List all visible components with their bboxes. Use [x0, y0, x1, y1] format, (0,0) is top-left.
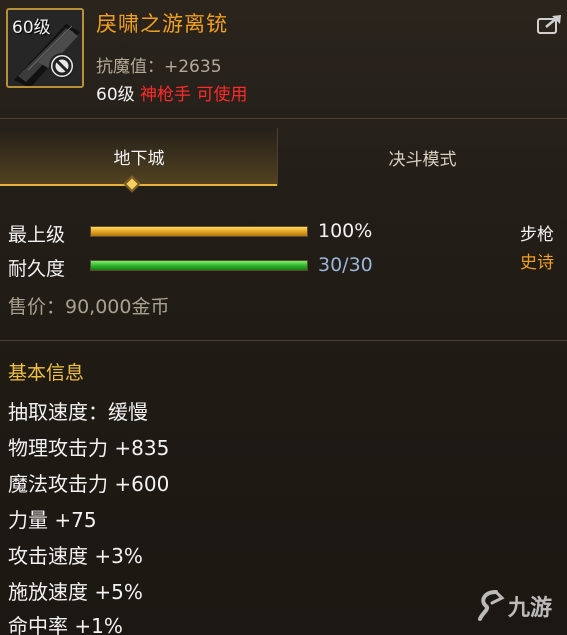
sell-price: 售价：90,000金币: [8, 296, 170, 318]
grade-bar: [90, 226, 308, 237]
divider: [0, 340, 567, 341]
stat-line: 抽取速度：缓慢: [8, 400, 148, 424]
grade-label: 最上级: [8, 224, 66, 246]
durability-bar-fill: [91, 261, 307, 270]
tab-dungeon[interactable]: 地下城: [0, 128, 278, 186]
mode-tabs: 地下城 决斗模式: [0, 128, 567, 186]
item-name: 戾啸之游离铳: [96, 12, 228, 36]
grade-bar-fill: [91, 227, 307, 236]
watermark-text: 九游: [508, 596, 553, 621]
stat-line: 攻击速度 +3%: [8, 544, 143, 568]
stat-line: 命中率 +1%: [8, 614, 123, 635]
item-icon-slot[interactable]: 60级: [6, 8, 84, 88]
rarity-label: 史诗: [520, 253, 554, 273]
durability-bar: [90, 260, 308, 271]
stat-line: 魔法攻击力 +600: [8, 472, 170, 496]
durability-value: 30/30: [318, 254, 373, 276]
required-level: 60级: [96, 85, 135, 105]
required-class: 神枪手 可使用: [140, 85, 248, 105]
stat-line: 施放速度 +5%: [8, 580, 143, 604]
stat-line: 力量 +75: [8, 508, 97, 532]
item-level-badge: 60级: [12, 18, 51, 38]
durability-label: 耐久度: [8, 258, 66, 280]
watermark: 九游: [476, 586, 566, 626]
weapon-type: 步枪: [520, 225, 554, 245]
tab-duel-mode[interactable]: 决斗模式: [278, 128, 567, 186]
ban-icon: [49, 53, 75, 79]
nine-game-logo-icon: [478, 590, 505, 621]
requirement-line: 60级 神枪手 可使用: [96, 80, 247, 105]
share-icon[interactable]: [537, 14, 563, 34]
item-tooltip-panel: 60级 戾啸之游离铳 抗魔值：+2635 60级 神枪手 可使用 地下城 决斗模…: [0, 0, 567, 635]
anti-magic-value: 抗魔值：+2635: [96, 57, 222, 77]
basic-info-title: 基本信息: [8, 362, 85, 384]
divider: [0, 118, 567, 119]
stat-line: 物理攻击力 +835: [8, 436, 170, 460]
grade-value: 100%: [318, 220, 373, 242]
